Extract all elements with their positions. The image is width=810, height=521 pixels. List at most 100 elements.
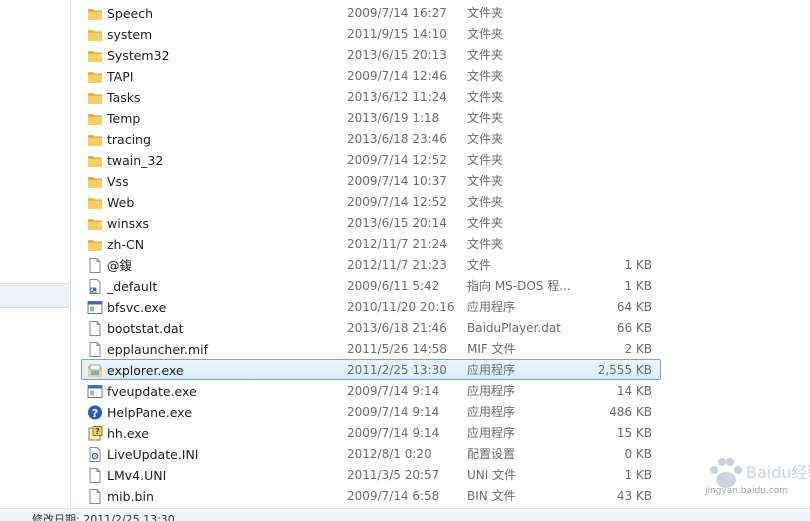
file-icon bbox=[87, 489, 103, 504]
file-row[interactable]: LMv4.UNI 2011/3/5 20:57 UNI 文件 1 KB bbox=[81, 464, 661, 485]
nav-selected-item[interactable] bbox=[0, 283, 69, 308]
file-name: Vss bbox=[107, 174, 129, 189]
file-name: twain_32 bbox=[107, 153, 164, 168]
file-name: LiveUpdate.INI bbox=[107, 447, 199, 462]
file-row[interactable]: twain_32 2009/7/14 12:52 文件夹 bbox=[81, 149, 661, 170]
file-row[interactable]: winsxs 2013/6/15 20:14 文件夹 bbox=[81, 212, 661, 233]
file-name: fveupdate.exe bbox=[107, 384, 197, 399]
file-name: tracing bbox=[107, 132, 151, 147]
exe-icon bbox=[87, 300, 103, 315]
folder-icon bbox=[87, 153, 103, 168]
file-date-modified: 2009/7/14 12:52 bbox=[347, 153, 447, 167]
file-row[interactable]: mib.bin 2009/7/14 6:58 BIN 文件 43 KB bbox=[81, 485, 661, 506]
folder-icon bbox=[87, 132, 103, 147]
file-row[interactable]: Web 2009/7/14 12:52 文件夹 bbox=[81, 191, 661, 212]
file-date-modified: 2009/7/14 9:14 bbox=[347, 384, 440, 398]
file-row[interactable]: fveupdate.exe 2009/7/14 9:14 应用程序 14 KB bbox=[81, 380, 661, 401]
folder-icon bbox=[87, 90, 103, 105]
file-row[interactable]: Speech 2009/7/14 16:27 文件夹 bbox=[81, 2, 661, 23]
file-date-modified: 2011/5/26 14:58 bbox=[347, 342, 447, 356]
file-type: 指向 MS-DOS 程... bbox=[467, 279, 571, 293]
file-size: 1 KB bbox=[624, 279, 652, 293]
file-size: 66 KB bbox=[616, 321, 652, 335]
file-type: UNI 文件 bbox=[467, 468, 517, 482]
file-row[interactable]: _default 2009/6/11 5:42 指向 MS-DOS 程... 1 KB bbox=[81, 275, 661, 296]
folder-icon bbox=[87, 174, 103, 189]
help-icon: ? bbox=[87, 405, 103, 420]
file-name: bfsvc.exe bbox=[107, 300, 167, 315]
file-date-modified: 2012/11/7 21:23 bbox=[347, 258, 447, 272]
file-row[interactable]: Vss 2009/7/14 10:37 文件夹 bbox=[81, 170, 661, 191]
file-row[interactable]: zh-CN 2012/11/7 21:24 文件夹 bbox=[81, 233, 661, 254]
file-name: winsxs bbox=[107, 216, 150, 231]
file-type: 文件夹 bbox=[467, 237, 504, 251]
file-name: Tasks bbox=[107, 90, 141, 105]
file-list[interactable]: Speech 2009/7/14 16:27 文件夹 system 2011/9/15 … bbox=[81, 2, 661, 506]
file-name: Web bbox=[107, 195, 135, 210]
folder-icon bbox=[87, 6, 103, 21]
file-type: 文件夹 bbox=[467, 6, 504, 20]
file-icon bbox=[87, 321, 103, 336]
file-icon bbox=[87, 342, 103, 357]
file-row[interactable]: ? HelpPane.exe 2009/7/14 9:14 应用程序 486 KB bbox=[81, 401, 661, 422]
file-name: HelpPane.exe bbox=[107, 405, 192, 420]
file-type: MIF 文件 bbox=[467, 342, 516, 356]
file-row[interactable]: Temp 2013/6/19 1:18 文件夹 bbox=[81, 107, 661, 128]
file-date-modified: 2009/7/14 12:46 bbox=[347, 69, 447, 83]
file-icon bbox=[87, 468, 103, 483]
file-date-modified: 2009/7/14 12:52 bbox=[347, 195, 447, 209]
file-name: System32 bbox=[107, 48, 170, 63]
file-name: @鍑 bbox=[107, 258, 133, 273]
file-size: 43 KB bbox=[616, 489, 652, 503]
file-row[interactable]: @鍑 2012/11/7 21:23 文件 1 KB bbox=[81, 254, 661, 275]
file-row[interactable]: system 2011/9/15 14:10 文件夹 bbox=[81, 23, 661, 44]
file-row[interactable]: epplauncher.mif 2011/5/26 14:58 MIF 文件 2 KB bbox=[81, 338, 661, 359]
file-size: 15 KB bbox=[616, 426, 652, 440]
status-bar: 修改日期: 2011/2/25 13:30 bbox=[0, 508, 810, 521]
file-row[interactable]: bootstat.dat 2013/6/18 21:46 BaiduPlayer.d… bbox=[81, 317, 661, 338]
file-date-modified: 2013/6/19 1:18 bbox=[347, 111, 440, 125]
file-row[interactable]: explorer.exe 2011/2/25 13:30 应用程序 2,555 KB bbox=[81, 359, 661, 380]
file-type: 文件夹 bbox=[467, 153, 504, 167]
file-row[interactable]: System32 2013/6/15 20:13 文件夹 bbox=[81, 44, 661, 65]
file-date-modified: 2012/8/1 0:20 bbox=[347, 447, 432, 461]
file-row[interactable]: LiveUpdate.INI 2012/8/1 0:20 配置设置 0 KB bbox=[81, 443, 661, 464]
chm-icon: ? bbox=[87, 426, 103, 441]
file-row[interactable]: tracing 2013/6/18 23:46 文件夹 bbox=[81, 128, 661, 149]
folder-icon bbox=[87, 48, 103, 63]
svg-text:?: ? bbox=[92, 407, 98, 420]
file-date-modified: 2013/6/15 20:14 bbox=[347, 216, 447, 230]
file-name: Temp bbox=[107, 111, 141, 126]
ini-icon bbox=[87, 447, 103, 462]
file-name: hh.exe bbox=[107, 426, 149, 441]
file-type: 文件夹 bbox=[467, 27, 504, 41]
file-row[interactable]: bfsvc.exe 2010/11/20 20:16 应用程序 64 KB bbox=[81, 296, 661, 317]
svg-text:?: ? bbox=[95, 427, 100, 436]
exe-icon bbox=[87, 384, 103, 399]
file-size: 64 KB bbox=[616, 300, 652, 314]
file-date-modified: 2009/7/14 10:37 bbox=[347, 174, 447, 188]
file-type: 文件夹 bbox=[467, 111, 504, 125]
file-name: TAPI bbox=[107, 69, 134, 84]
watermark-url: jingyan.baidu.com bbox=[705, 486, 789, 496]
file-size: 486 KB bbox=[609, 405, 652, 419]
file-name: mib.bin bbox=[107, 489, 154, 504]
file-date-modified: 2011/9/15 14:10 bbox=[347, 27, 447, 41]
file-row[interactable]: Tasks 2013/6/12 11:24 文件夹 bbox=[81, 86, 661, 107]
file-size: 14 KB bbox=[616, 384, 652, 398]
folder-icon bbox=[87, 195, 103, 210]
navigation-pane[interactable] bbox=[0, 0, 71, 508]
file-row[interactable]: TAPI 2009/7/14 12:46 文件夹 bbox=[81, 65, 661, 86]
file-date-modified: 2013/6/12 11:24 bbox=[347, 90, 447, 104]
file-type: 应用程序 bbox=[467, 384, 516, 398]
file-type: 文件夹 bbox=[467, 90, 504, 104]
file-name: LMv4.UNI bbox=[107, 468, 167, 483]
file-row[interactable]: ? hh.exe 2009/7/14 9:14 应用程序 15 KB bbox=[81, 422, 661, 443]
file-type: 文件夹 bbox=[467, 132, 504, 146]
file-size: 1 KB bbox=[624, 258, 652, 272]
file-name: epplauncher.mif bbox=[107, 342, 209, 357]
watermark-brand: Baidu经验 bbox=[746, 463, 810, 482]
file-date-modified: 2009/7/14 9:14 bbox=[347, 405, 440, 419]
file-type: 文件夹 bbox=[467, 69, 504, 83]
file-name: zh-CN bbox=[107, 237, 145, 252]
